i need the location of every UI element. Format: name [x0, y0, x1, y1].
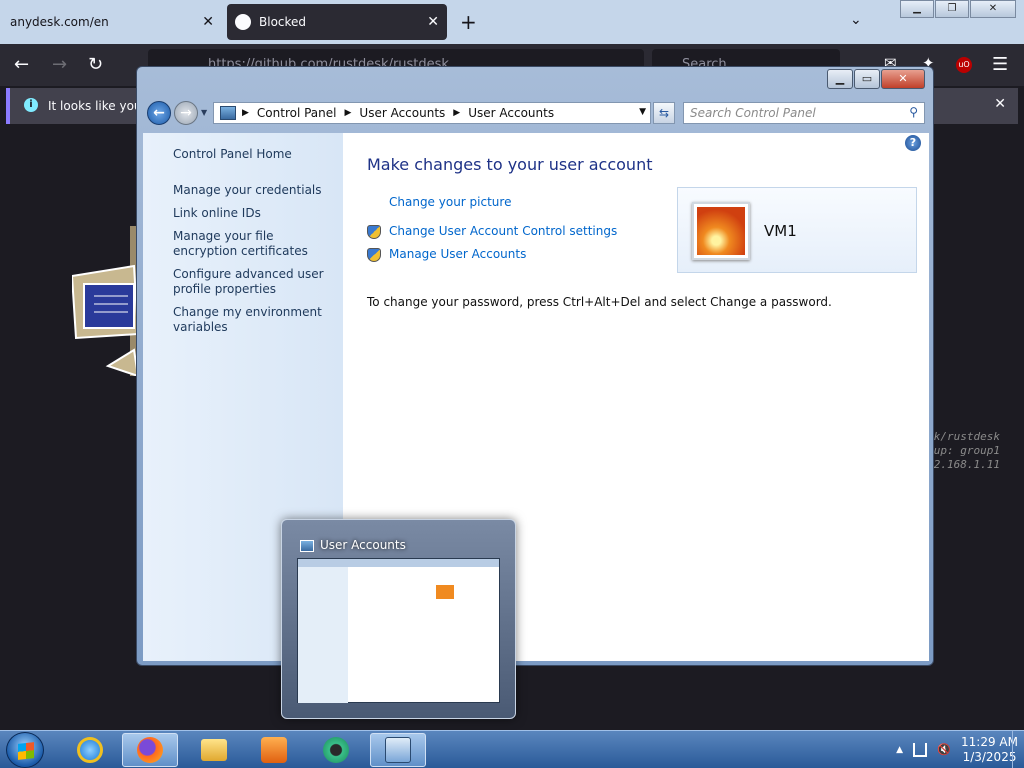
control-panel-home-link[interactable]: Control Panel Home [173, 147, 292, 161]
ublock-icon[interactable]: uO [956, 57, 972, 73]
firefox-icon[interactable] [122, 733, 178, 767]
bg-text-line: oup: group1 [927, 444, 1000, 457]
breadcrumb-item[interactable]: User Accounts [468, 106, 554, 120]
system-tray: ▲ 🔇 11:29 AM 1/3/2025 [896, 735, 1018, 765]
back-button[interactable]: ← [147, 101, 171, 125]
user-tile: VM1 [677, 187, 917, 273]
internet-explorer-icon[interactable] [62, 733, 118, 767]
task-link-environment[interactable]: Change my environment variables [173, 305, 333, 335]
new-tab-button[interactable]: + [460, 10, 477, 34]
computer-illustration [72, 226, 142, 376]
address-toolbar: ← → ▼ ▶ Control Panel ▶ User Accounts ▶ … [145, 99, 925, 129]
help-icon[interactable]: ? [905, 135, 921, 151]
minimize-button[interactable]: ▁ [900, 0, 934, 18]
menu-icon[interactable]: ☰ [992, 54, 1008, 75]
volume-muted-icon[interactable]: 🔇 [937, 743, 951, 757]
bg-text-line: sk/rustdesk [927, 430, 1000, 443]
window-controls: ▁ ▭ ✕ [826, 69, 925, 89]
minimize-button[interactable]: ▁ [827, 69, 853, 89]
task-link-credentials[interactable]: Manage your credentials [173, 183, 333, 198]
file-explorer-icon[interactable] [186, 733, 242, 767]
breadcrumb[interactable]: ▶ Control Panel ▶ User Accounts ▶ User A… [213, 102, 651, 124]
github-icon [235, 14, 251, 30]
clock-date: 1/3/2025 [962, 750, 1017, 764]
browser-tab-strip: anydesk.com/en ✕ Blocked ✕ + ⌄ ▁ ❐ ✕ [0, 0, 1024, 44]
show-desktop-button[interactable] [1012, 731, 1024, 768]
task-list: Manage your credentials Link online IDs … [173, 183, 333, 343]
window-controls: ▁ ❐ ✕ [899, 0, 1016, 18]
close-button[interactable]: ✕ [970, 0, 1016, 18]
taskbar-preview[interactable]: User Accounts [281, 519, 516, 719]
forward-icon[interactable]: → [52, 54, 67, 75]
control-panel-icon [220, 106, 236, 120]
maximize-button[interactable]: ▭ [854, 69, 880, 89]
chevron-down-icon[interactable]: ▼ [201, 108, 207, 117]
clock[interactable]: 11:29 AM 1/3/2025 [961, 735, 1018, 765]
task-link-profile[interactable]: Configure advanced user profile properti… [173, 267, 333, 297]
maximize-button[interactable]: ❐ [935, 0, 969, 18]
user-name: VM1 [764, 222, 797, 240]
search-placeholder: Search Control Panel [690, 106, 816, 120]
close-icon[interactable]: ✕ [994, 96, 1006, 112]
tab-anydesk[interactable]: anydesk.com/en ✕ [0, 4, 222, 40]
page-title: Make changes to your user account [367, 155, 653, 174]
window-content: Control Panel Home Manage your credentia… [143, 133, 929, 661]
tab-label: anydesk.com/en [10, 15, 109, 29]
clock-time: 11:29 AM [961, 735, 1018, 749]
close-button[interactable]: ✕ [881, 69, 925, 89]
preview-thumbnail [297, 558, 500, 703]
close-icon[interactable]: ✕ [202, 14, 214, 30]
breadcrumb-item[interactable]: Control Panel [257, 106, 337, 120]
rustdesk-icon[interactable] [308, 733, 364, 767]
uac-shield-icon [367, 248, 381, 262]
uac-settings-link[interactable]: Change User Account Control settings [389, 224, 617, 238]
media-player-icon[interactable] [246, 733, 302, 767]
preview-title: User Accounts [320, 538, 406, 552]
reload-icon[interactable]: ↻ [88, 54, 103, 75]
search-icon[interactable]: ⚲ [909, 105, 918, 119]
show-hidden-icons-icon[interactable]: ▲ [896, 745, 903, 755]
chevron-down-icon[interactable]: ⌄ [850, 12, 862, 28]
uac-shield-icon [367, 225, 381, 239]
control-panel-icon[interactable] [370, 733, 426, 767]
password-hint: To change your password, press Ctrl+Alt+… [367, 295, 832, 309]
change-picture-link[interactable]: Change your picture [389, 195, 511, 209]
forward-button[interactable]: → [174, 101, 198, 125]
control-panel-icon [300, 540, 314, 552]
tab-label: Blocked [259, 15, 307, 29]
task-link-encryption[interactable]: Manage your file encryption certificates [173, 229, 333, 259]
tab-blocked[interactable]: Blocked ✕ [227, 4, 447, 40]
info-icon: i [24, 98, 38, 112]
network-icon[interactable] [913, 743, 928, 757]
chevron-down-icon[interactable]: ▼ [639, 107, 646, 117]
manage-accounts-link[interactable]: Manage User Accounts [389, 247, 526, 261]
avatar [692, 202, 750, 260]
start-button[interactable] [6, 732, 44, 768]
back-icon[interactable]: ← [14, 54, 29, 75]
taskbar: ▲ 🔇 11:29 AM 1/3/2025 [0, 730, 1024, 768]
search-input[interactable]: Search Control Panel ⚲ [683, 102, 925, 124]
bg-text-line: 2.168.1.11 [933, 458, 1000, 471]
refresh-button[interactable]: ⇆ [653, 102, 675, 124]
task-link-online-ids[interactable]: Link online IDs [173, 206, 333, 221]
control-panel-window: ▁ ▭ ✕ ← → ▼ ▶ Control Panel ▶ User Accou… [136, 66, 934, 666]
close-icon[interactable]: ✕ [427, 14, 439, 30]
breadcrumb-item[interactable]: User Accounts [359, 106, 445, 120]
